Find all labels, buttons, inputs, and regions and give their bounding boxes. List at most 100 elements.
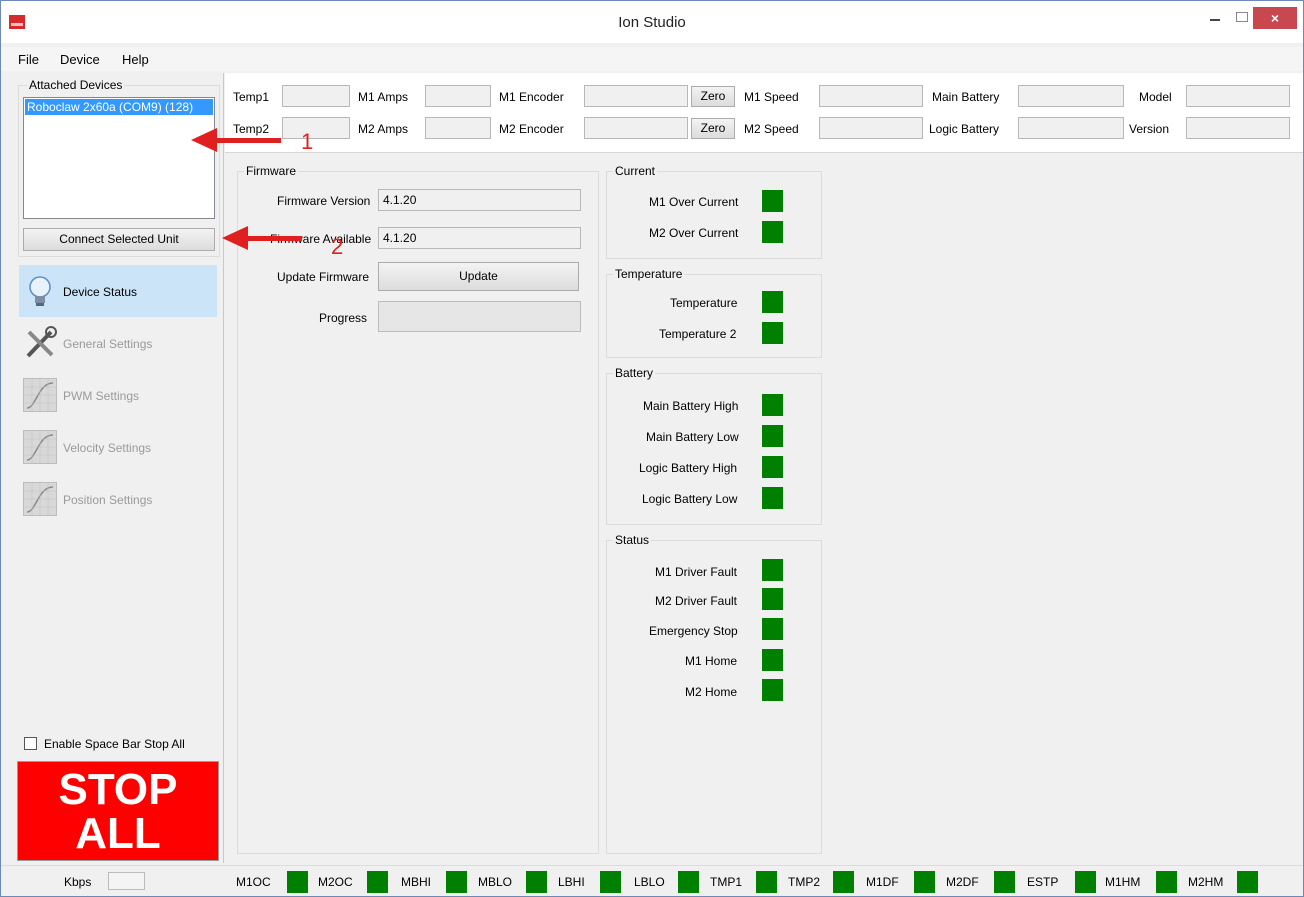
flag-estp-indicator: [1075, 871, 1096, 893]
m2-speed-label: M2 Speed: [744, 122, 799, 136]
logic-battery-field: [1018, 117, 1124, 139]
flag-m2oc-indicator: [367, 871, 388, 893]
chart-icon: [23, 378, 57, 412]
main-battery-high-indicator: [762, 394, 783, 416]
menu-file[interactable]: File: [18, 52, 39, 67]
m2-encoder-field: [584, 117, 688, 139]
minimize-button[interactable]: [1201, 7, 1229, 27]
flag-m1df-label: M1DF: [866, 875, 899, 889]
temp2-field: [282, 117, 350, 139]
tools-icon: [26, 326, 57, 358]
battery-title: Battery: [613, 366, 656, 380]
m2-over-current-label: M2 Over Current: [649, 226, 739, 240]
close-button[interactable]: ×: [1253, 7, 1297, 29]
main-battery-field: [1018, 85, 1124, 107]
flag-tmp1-indicator: [756, 871, 777, 893]
status-title: Status: [613, 533, 652, 547]
chart-icon: [23, 430, 57, 464]
flag-m2hm-label: M2HM: [1188, 875, 1224, 889]
nav-position-settings[interactable]: Position Settings: [19, 473, 217, 525]
m1-home-label: M1 Home: [685, 654, 738, 668]
flag-m2hm-indicator: [1237, 871, 1258, 893]
temp1-field: [282, 85, 350, 107]
app-window: Ion Studio × File Device Help Attached D…: [0, 0, 1304, 897]
temp2-label: Temp2: [233, 122, 270, 136]
m1-over-current-label: M1 Over Current: [649, 195, 739, 209]
flag-m1hm-label: M1HM: [1105, 875, 1141, 889]
firmware-available-field: 4.1.20: [378, 227, 581, 249]
stop-all-line1: STOP: [58, 765, 178, 814]
m2-driver-fault-indicator: [762, 588, 783, 610]
maximize-button[interactable]: [1227, 7, 1255, 27]
flag-mbhi-label: MBHI: [401, 875, 431, 889]
flag-lblo-label: LBLO: [634, 875, 665, 889]
flag-tmp2-label: TMP2: [788, 875, 821, 889]
flag-m2df-label: M2DF: [946, 875, 979, 889]
stop-all-line2: ALL: [75, 809, 161, 858]
nav-label-position-settings: Position Settings: [63, 493, 153, 507]
flag-mblo-label: MBLO: [478, 875, 513, 889]
sidebar-divider: [223, 73, 224, 863]
stop-all-button[interactable]: STOP ALL: [17, 761, 219, 861]
update-firmware-button[interactable]: Update: [378, 262, 579, 291]
firmware-title: Firmware: [244, 164, 298, 178]
attached-devices-title: Attached Devices: [27, 78, 125, 92]
temperature-indicator: [762, 291, 783, 313]
m1-speed-label: M1 Speed: [744, 90, 799, 104]
annotation-arrow-1-shaft: [215, 138, 281, 143]
flag-mbhi-indicator: [446, 871, 467, 893]
flag-lbhi-label: LBHI: [558, 875, 585, 889]
m1-amps-label: M1 Amps: [358, 90, 409, 104]
current-group: Current: [606, 164, 822, 259]
nav-label-device-status: Device Status: [63, 285, 138, 299]
menu-help[interactable]: Help: [122, 52, 149, 67]
annotation-arrow-1-head: [191, 128, 217, 152]
nav-device-status[interactable]: Device Status: [19, 265, 217, 317]
flag-m1hm-indicator: [1156, 871, 1177, 893]
logic-battery-high-indicator: [762, 456, 783, 478]
main-battery-low-indicator: [762, 425, 783, 447]
window-title: Ion Studio: [618, 14, 686, 31]
chart-icon: [23, 482, 57, 516]
nav-general-settings[interactable]: General Settings: [19, 317, 217, 369]
firmware-version-label: Firmware Version: [277, 194, 371, 208]
status-bar: Kbps M1OC M2OC MBHI MBLO LBHI LBLO TMP1 …: [1, 865, 1303, 895]
m2-encoder-zero-button[interactable]: Zero: [691, 118, 735, 139]
nav-velocity-settings[interactable]: Velocity Settings: [19, 421, 217, 473]
temperature-title: Temperature: [613, 267, 685, 281]
kbps-field: [108, 872, 145, 890]
logic-battery-low-label: Logic Battery Low: [642, 492, 738, 506]
m2-speed-field: [819, 117, 923, 139]
menu-device[interactable]: Device: [60, 52, 100, 67]
flag-lblo-indicator: [678, 871, 699, 893]
annotation-number-2: 2: [331, 234, 344, 259]
firmware-version-field: 4.1.20: [378, 189, 581, 211]
title-bar: Ion Studio ×: [1, 1, 1303, 43]
version-field: [1186, 117, 1290, 139]
main-battery-low-label: Main Battery Low: [646, 430, 739, 444]
annotation-arrow-2-head: [222, 226, 248, 250]
m2-home-indicator: [762, 679, 783, 701]
lightbulb-icon: [29, 276, 51, 306]
annotation-arrow-2-shaft: [246, 236, 302, 241]
device-list-item[interactable]: Roboclaw 2x60a (COM9) (128): [25, 99, 213, 115]
devices-list[interactable]: Roboclaw 2x60a (COM9) (128): [23, 97, 215, 219]
main-battery-label: Main Battery: [932, 90, 1000, 104]
model-label: Model: [1139, 90, 1172, 104]
emergency-stop-label: Emergency Stop: [649, 624, 738, 638]
annotation-number-1: 1: [301, 129, 314, 154]
spacebar-stop-label: Enable Space Bar Stop All: [44, 737, 185, 751]
spacebar-stop-checkbox[interactable]: [24, 737, 37, 750]
update-firmware-label: Update Firmware: [277, 270, 370, 284]
connect-selected-unit-button[interactable]: Connect Selected Unit: [23, 228, 215, 251]
temperature-2-indicator: [762, 322, 783, 344]
m2-over-current-indicator: [762, 221, 783, 243]
temperature-2-label: Temperature 2: [659, 327, 737, 341]
flag-m2df-indicator: [994, 871, 1015, 893]
nav-pwm-settings[interactable]: PWM Settings: [19, 369, 217, 421]
m1-encoder-zero-button[interactable]: Zero: [691, 86, 735, 107]
logic-battery-low-indicator: [762, 487, 783, 509]
flag-m1df-indicator: [914, 871, 935, 893]
temperature-label: Temperature: [670, 296, 738, 310]
m2-driver-fault-label: M2 Driver Fault: [655, 594, 738, 608]
